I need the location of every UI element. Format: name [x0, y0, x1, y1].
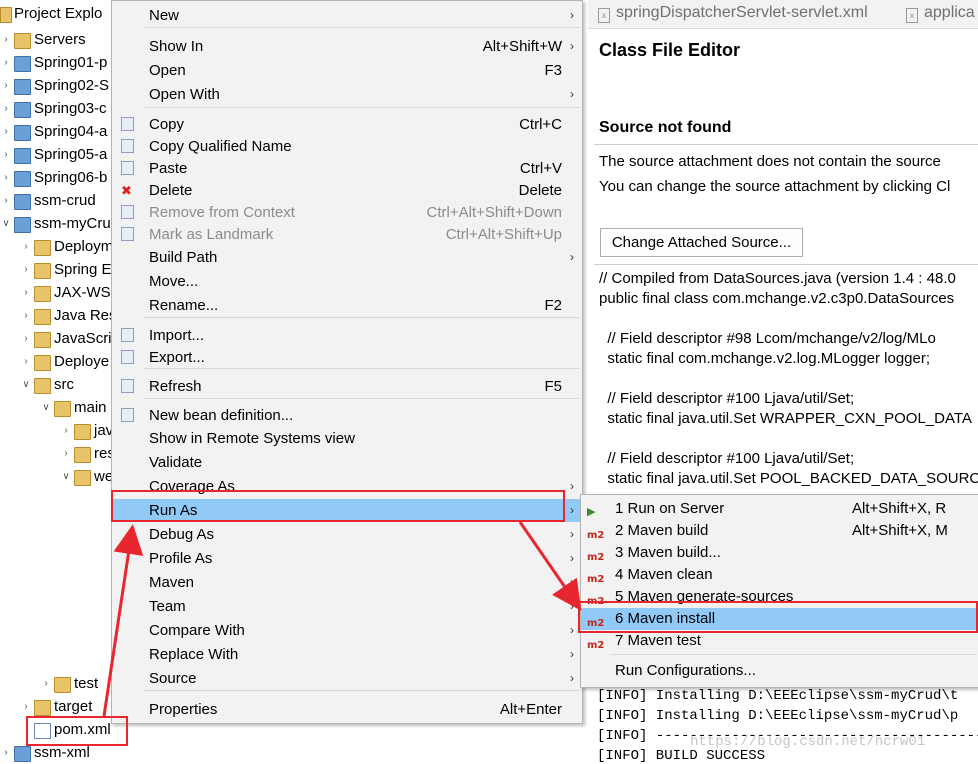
arrow-to-maven-install [518, 521, 582, 611]
arrow-to-run-as [102, 524, 144, 717]
annotation-arrows [102, 521, 582, 717]
